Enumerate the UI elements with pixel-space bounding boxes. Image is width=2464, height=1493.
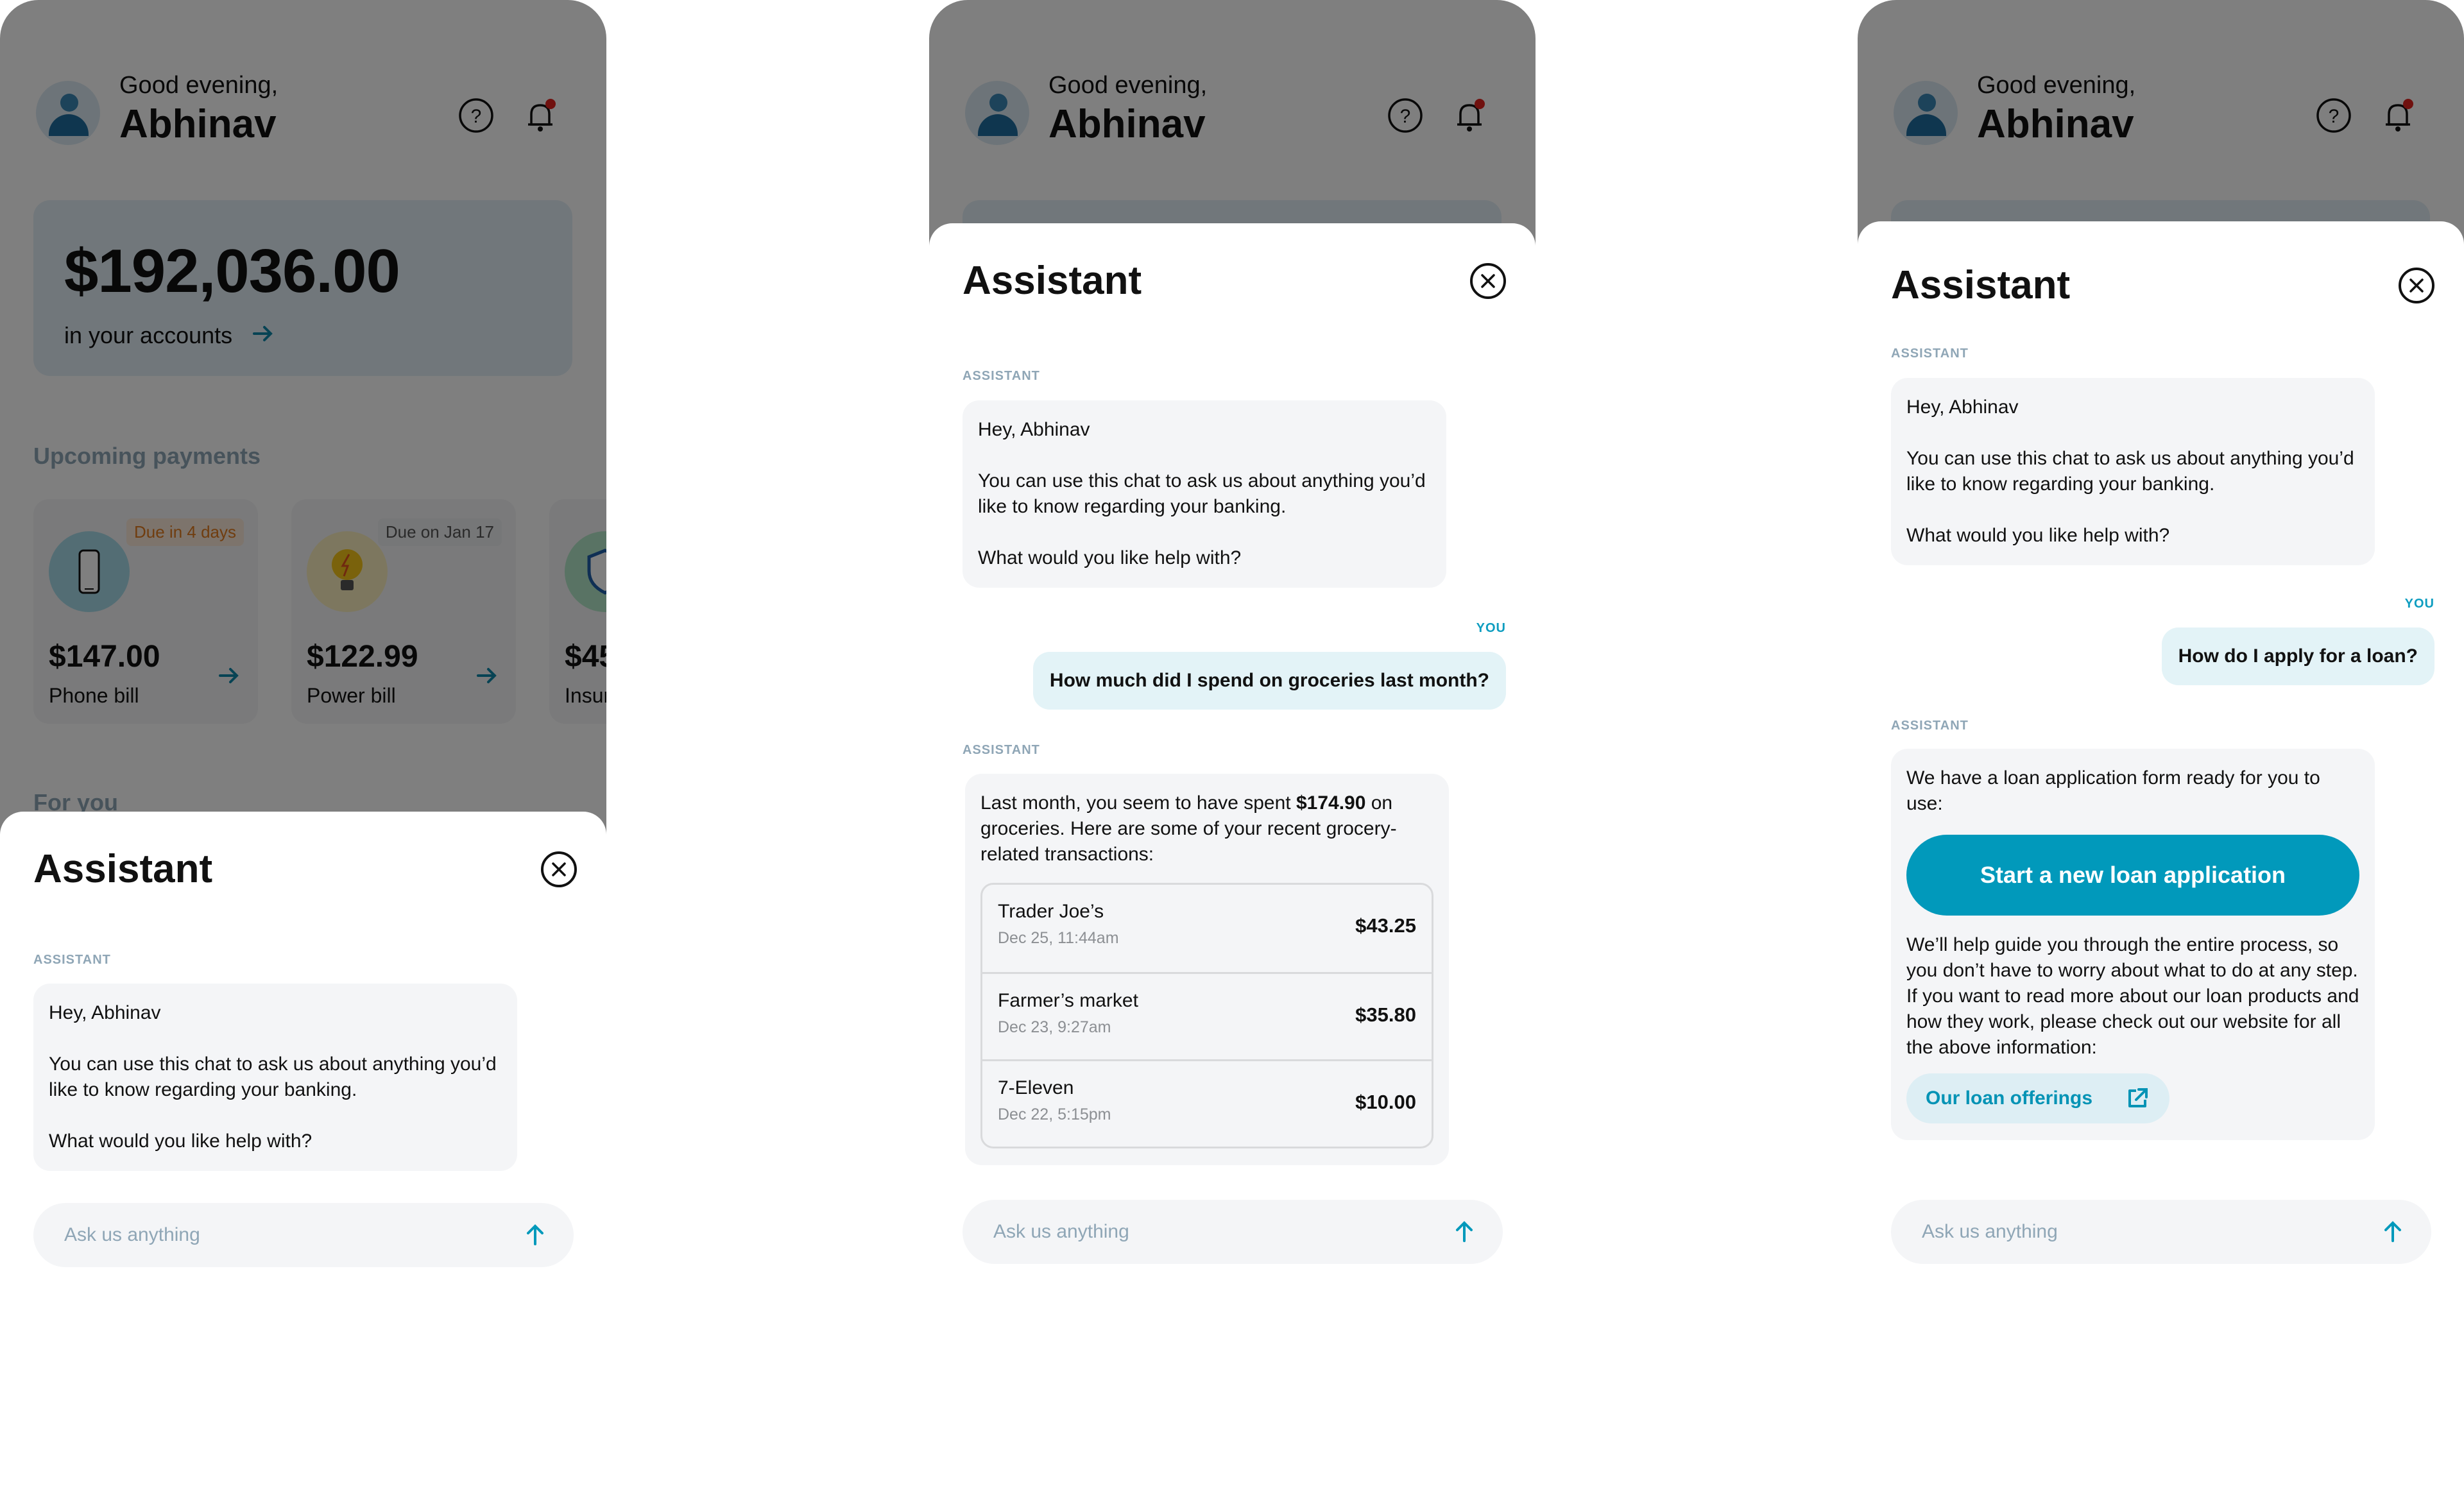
assistant-message: Hey, Abhinav You can use this chat to as… [963, 400, 1446, 588]
send-arrow-up-icon[interactable] [1451, 1219, 1477, 1245]
role-label-assistant: ASSISTANT [1891, 719, 1969, 733]
screen-1-assistant-welcome: Good evening, Abhinav ? $192,036.00 in y… [0, 0, 606, 1267]
message-text: Hey, Abhinav [49, 1002, 161, 1023]
screen-2-groceries: Good evening, Abhinav ? Assistant ASSIST… [929, 0, 1536, 1267]
assistant-sheet: Assistant ASSISTANT Hey, Abhinav You can… [929, 223, 1536, 1267]
transaction-row[interactable]: Trader Joe’s Dec 25, 11:44am $43.25 [982, 885, 1432, 972]
chat-composer [33, 1203, 574, 1267]
message-text: Hey, Abhinav [1906, 397, 2019, 418]
screen-3-loan: Good evening, Abhinav ? Assistant ASSIST… [1858, 0, 2464, 1267]
transaction-merchant: 7-Eleven [998, 1077, 1074, 1098]
assistant-sheet: Assistant ASSISTANT Hey, Abhinav You can… [0, 812, 606, 1267]
role-label-you: YOU [2404, 597, 2434, 611]
chat-composer [963, 1200, 1503, 1264]
sheet-title: Assistant [1891, 263, 2071, 307]
transaction-date: Dec 25, 11:44am [998, 929, 1119, 947]
transaction-date: Dec 22, 5:15pm [998, 1105, 1111, 1123]
close-button[interactable] [1470, 263, 1506, 299]
message-text: We have a loan application form ready fo… [1906, 767, 2320, 814]
message-text: You can use this chat to ask us about an… [1906, 448, 2354, 495]
transaction-merchant: Trader Joe’s [998, 901, 1104, 922]
message-text: You can use this chat to ask us about an… [49, 1054, 497, 1100]
assistant-message: We have a loan application form ready fo… [1891, 749, 2375, 1140]
message-text: We’ll help guide you through the entire … [1906, 934, 2358, 981]
sheet-title: Assistant [963, 259, 1142, 303]
transaction-row[interactable]: 7-Eleven Dec 22, 5:15pm $10.00 [982, 1059, 1432, 1147]
assistant-sheet: Assistant ASSISTANT Hey, Abhinav You can… [1858, 221, 2464, 1267]
role-label-assistant: ASSISTANT [1891, 346, 1969, 361]
transaction-list: Trader Joe’s Dec 25, 11:44am $43.25 Farm… [980, 883, 1433, 1148]
message-text: What would you like help with? [1906, 525, 2170, 546]
close-icon [1481, 274, 1495, 288]
role-label-you: YOU [1476, 621, 1506, 635]
send-arrow-up-icon[interactable] [522, 1222, 548, 1248]
close-button[interactable] [2399, 268, 2434, 303]
message-text: Last month, you seem to have spent $174.… [980, 792, 1397, 865]
role-label-assistant: ASSISTANT [33, 953, 111, 967]
assistant-message: Last month, you seem to have spent $174.… [965, 774, 1449, 1165]
grocery-total: $174.90 [1296, 792, 1366, 814]
transaction-date: Dec 23, 9:27am [998, 1018, 1111, 1036]
assistant-message: Hey, Abhinav You can use this chat to as… [33, 984, 517, 1171]
chat-input[interactable] [993, 1200, 1430, 1264]
message-text: What would you like help with? [49, 1130, 312, 1152]
loan-offerings-link[interactable]: Our loan offerings [1906, 1073, 2170, 1123]
role-label-assistant: ASSISTANT [963, 743, 1040, 757]
chat-input[interactable] [1922, 1200, 2358, 1264]
message-text: You can use this chat to ask us about an… [978, 470, 1426, 517]
message-text: If you want to read more about our loan … [1906, 985, 2359, 1058]
transaction-amount: $43.25 [1355, 914, 1416, 937]
external-link-icon [2128, 1088, 2148, 1107]
assistant-message: Hey, Abhinav You can use this chat to as… [1891, 378, 2375, 565]
transaction-amount: $10.00 [1355, 1091, 1416, 1113]
message-text: What would you like help with? [978, 547, 1242, 568]
transaction-row[interactable]: Farmer’s market Dec 23, 9:27am $35.80 [982, 972, 1432, 1059]
close-button[interactable] [541, 851, 577, 887]
chat-composer [1891, 1200, 2431, 1264]
message-text: Hey, Abhinav [978, 419, 1090, 440]
link-label: Our loan offerings [1926, 1088, 2093, 1109]
chat-input[interactable] [64, 1203, 501, 1267]
transaction-amount: $35.80 [1355, 1003, 1416, 1026]
user-message: How much did I spend on groceries last m… [1032, 652, 1506, 710]
close-icon [2409, 278, 2424, 293]
close-icon [552, 862, 566, 876]
transaction-merchant: Farmer’s market [998, 990, 1138, 1011]
start-loan-application-button[interactable]: Start a new loan application [1906, 835, 2359, 916]
sheet-title: Assistant [33, 847, 213, 891]
role-label-assistant: ASSISTANT [963, 369, 1040, 383]
send-arrow-up-icon[interactable] [2380, 1219, 2406, 1245]
user-message: How do I apply for a loan? [2161, 627, 2434, 685]
